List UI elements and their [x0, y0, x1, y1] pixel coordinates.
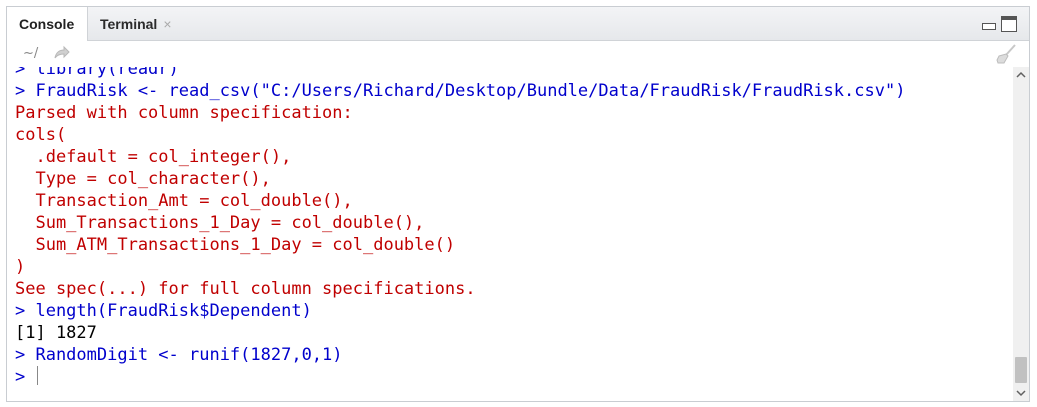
console-pane: Console Terminal × ~/ > library(readr) > … — [6, 6, 1030, 402]
console-command-line: > RandomDigit <- runif(1827,0,1) — [15, 345, 343, 365]
tab-terminal-label: Terminal — [100, 15, 158, 32]
maximize-icon[interactable] — [1001, 16, 1017, 32]
scroll-up-icon[interactable] — [1016, 71, 1026, 79]
prompt-symbol: > — [15, 367, 36, 387]
console-prompt[interactable]: > — [15, 366, 905, 388]
clear-console-icon[interactable] — [995, 43, 1017, 65]
tab-console[interactable]: Console — [7, 7, 88, 41]
working-directory: ~/ — [23, 46, 39, 61]
console-message-line: Sum_Transactions_1_Day = col_double(), — [15, 213, 425, 233]
console-message-line: Sum_ATM_Transactions_1_Day = col_double(… — [15, 235, 456, 255]
console-message-line: ) — [15, 257, 26, 277]
window-controls — [981, 16, 1017, 32]
tab-console-label: Console — [19, 16, 75, 32]
console-message-line: Parsed with column specification: — [15, 103, 353, 123]
vertical-scrollbar[interactable] — [1013, 67, 1029, 401]
minimize-icon[interactable] — [981, 16, 997, 32]
path-bar: ~/ — [7, 41, 1029, 67]
scroll-down-icon[interactable] — [1016, 389, 1026, 397]
console-message-line: Type = col_character(), — [15, 169, 271, 189]
close-icon[interactable]: × — [163, 16, 171, 32]
console-output[interactable]: > library(readr) > FraudRisk <- read_csv(… — [7, 67, 1013, 401]
console-command-line: > FraudRisk <- read_csv("C:/Users/Richar… — [15, 81, 906, 101]
console-command-line: > library(readr) — [15, 67, 179, 79]
tab-terminal[interactable]: Terminal × — [88, 7, 188, 40]
console-message-line: cols( — [15, 125, 67, 145]
console-lines: > library(readr) > FraudRisk <- read_csv(… — [15, 67, 905, 388]
console-message-line: See spec(...) for full column specificat… — [15, 279, 476, 299]
console-command-line: > length(FraudRisk$Dependent) — [15, 301, 312, 321]
go-to-directory-icon[interactable] — [53, 45, 71, 61]
console-message-line: Transaction_Amt = col_double(), — [15, 191, 353, 211]
tab-bar: Console Terminal × — [7, 7, 1029, 41]
text-cursor — [37, 366, 39, 385]
scrollbar-thumb[interactable] — [1015, 357, 1027, 383]
console-output-line: [1] 1827 — [15, 323, 97, 343]
console-message-line: .default = col_integer(), — [15, 147, 292, 167]
